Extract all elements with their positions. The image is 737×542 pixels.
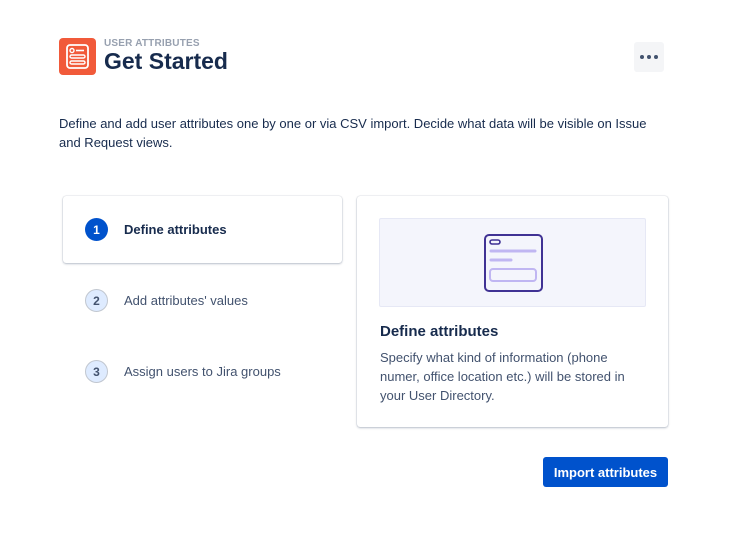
step-detail-card: Define attributes Specify what kind of i… [357, 196, 668, 427]
page-title: Get Started [104, 48, 228, 74]
detail-title: Define attributes [380, 323, 499, 340]
step-number: 3 [85, 360, 108, 383]
detail-description: Specify what kind of information (phone … [380, 350, 625, 403]
step-label: Define attributes [124, 222, 227, 237]
step-number: 1 [85, 218, 108, 241]
more-horizontal-icon [640, 55, 644, 59]
step-label: Add attributes' values [124, 293, 248, 308]
user-attributes-app-icon [59, 38, 96, 75]
step-number: 2 [85, 289, 108, 312]
step-illustration [379, 218, 646, 307]
step-assign-users-to-groups[interactable]: 3 Assign users to Jira groups [63, 338, 342, 405]
page-description: Define and add user attributes one by on… [59, 116, 647, 150]
import-attributes-button[interactable]: Import attributes [543, 457, 668, 487]
more-actions-button[interactable] [634, 42, 664, 72]
steps-list: 1 Define attributes 2 Add attributes' va… [63, 196, 342, 405]
step-label: Assign users to Jira groups [124, 364, 281, 379]
get-started-page: USER ATTRIBUTES Get Started Define and a… [0, 0, 737, 542]
form-document-icon [484, 234, 543, 292]
step-define-attributes[interactable]: 1 Define attributes [63, 196, 342, 263]
step-add-attribute-values[interactable]: 2 Add attributes' values [63, 267, 342, 334]
